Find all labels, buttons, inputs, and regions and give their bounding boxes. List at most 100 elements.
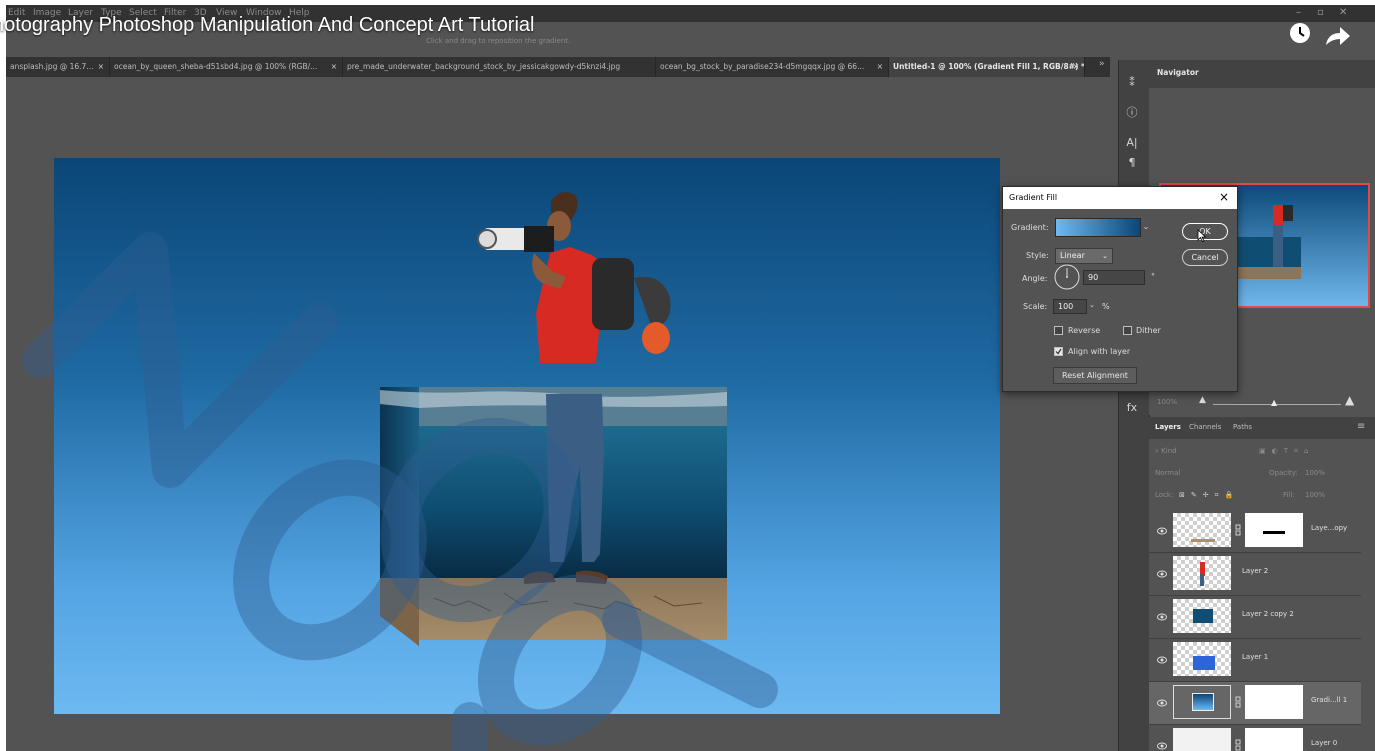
tab-close-icon[interactable]: × bbox=[98, 57, 104, 77]
dialog-titlebar[interactable]: Gradient Fill × bbox=[1003, 187, 1237, 209]
panel-menu-icon[interactable]: ≡ bbox=[1357, 421, 1365, 432]
eye-icon[interactable] bbox=[1157, 741, 1167, 751]
gradient-fill-icon bbox=[1192, 693, 1214, 711]
watch-later-icon[interactable] bbox=[1289, 22, 1311, 44]
tab-label: ocean_by_queen_sheba-d51sbd4.jpg @ 100% … bbox=[114, 62, 318, 71]
angle-input[interactable]: 90 bbox=[1083, 270, 1145, 285]
layer-kind-filter[interactable]: Kind bbox=[1161, 447, 1176, 455]
opacity-label: Opacity: bbox=[1269, 469, 1298, 477]
layer-row[interactable]: Laye...opy bbox=[1149, 510, 1361, 553]
document-tabbar: ansplash.jpg @ 16.7... × ocean_by_queen_… bbox=[6, 57, 1110, 77]
eye-icon[interactable] bbox=[1157, 526, 1167, 536]
tab-close-icon[interactable]: × bbox=[1073, 57, 1079, 77]
tab-navigator[interactable]: Navigator bbox=[1153, 68, 1203, 77]
tab-paths[interactable]: Paths bbox=[1233, 423, 1252, 431]
link-icon[interactable] bbox=[1235, 696, 1241, 708]
document-canvas[interactable] bbox=[54, 158, 1000, 714]
filter-icons[interactable]: ▣◐T⌗⌂ bbox=[1259, 447, 1314, 456]
reverse-checkbox[interactable] bbox=[1054, 326, 1063, 335]
zoom-value[interactable]: 100% bbox=[1157, 398, 1177, 406]
eye-icon[interactable] bbox=[1157, 698, 1167, 708]
fill-input[interactable]: 100% bbox=[1305, 491, 1325, 499]
histogram-icon[interactable]: ⁑ bbox=[1124, 75, 1140, 91]
layers-panel-header: Layers Channels Paths ≡ bbox=[1149, 417, 1375, 439]
scale-input[interactable]: 100 bbox=[1053, 299, 1087, 314]
gradient-fill-dialog: Gradient Fill × Gradient: ⌄ Style: Linea… bbox=[1002, 186, 1238, 392]
tab-document-2[interactable]: ocean_by_queen_sheba-d51sbd4.jpg @ 100% … bbox=[110, 57, 343, 77]
angle-dial[interactable] bbox=[1054, 264, 1080, 290]
tab-label: pre_made_underwater_background_stock_by_… bbox=[347, 62, 621, 71]
layer-row[interactable]: Layer 1 bbox=[1149, 639, 1361, 682]
lock-row: Lock: ⊠✎✢⌗🔒 Fill: 100% bbox=[1155, 491, 1325, 507]
angle-label: Angle: bbox=[1022, 274, 1048, 283]
layer-name: Layer 2 bbox=[1242, 567, 1269, 575]
layer-thumbnail bbox=[1173, 728, 1231, 751]
minimize-icon[interactable]: – bbox=[1296, 7, 1301, 18]
lock-label: Lock: bbox=[1155, 491, 1174, 499]
scale-label: Scale: bbox=[1023, 302, 1048, 311]
tab-document-1[interactable]: ansplash.jpg @ 16.7... × bbox=[6, 57, 110, 77]
tab-document-4[interactable]: ocean_bg_stock_by_paradise234-d5mgqqx.jp… bbox=[656, 57, 889, 77]
layer-mask-thumbnail[interactable] bbox=[1245, 513, 1303, 547]
zoom-slider-handle[interactable]: ▲ bbox=[1271, 398, 1277, 407]
link-icon[interactable] bbox=[1235, 524, 1241, 536]
layer-mask-thumbnail[interactable] bbox=[1245, 685, 1303, 719]
gradient-label: Gradient: bbox=[1011, 223, 1049, 232]
chevron-down-icon[interactable]: ⌄ bbox=[1141, 218, 1151, 235]
maximize-icon[interactable]: ▫ bbox=[1317, 7, 1324, 18]
layer-row[interactable]: Layer 2 copy 2 bbox=[1149, 596, 1361, 639]
reset-alignment-button[interactable]: Reset Alignment bbox=[1053, 367, 1137, 384]
close-icon[interactable]: × bbox=[1219, 190, 1229, 204]
angle-unit: ° bbox=[1151, 272, 1155, 281]
layer-name: Gradi...ll 1 bbox=[1311, 696, 1348, 704]
scale-dropdown-icon[interactable]: ⌄ bbox=[1089, 301, 1095, 309]
styles-icon[interactable]: fx bbox=[1124, 400, 1140, 416]
layer-name: Layer 0 bbox=[1311, 739, 1338, 747]
eye-icon[interactable] bbox=[1157, 569, 1167, 579]
layer-thumbnail bbox=[1173, 556, 1231, 590]
link-icon[interactable] bbox=[1235, 739, 1241, 751]
dither-label: Dither bbox=[1136, 326, 1161, 335]
align-with-layer-label: Align with layer bbox=[1068, 347, 1131, 356]
tab-layers[interactable]: Layers bbox=[1155, 423, 1181, 431]
chevron-down-icon: ⌄ bbox=[1102, 252, 1108, 260]
tab-channels[interactable]: Channels bbox=[1189, 423, 1221, 431]
share-icon[interactable] bbox=[1322, 23, 1352, 51]
video-title: hotography Photoshop Manipulation And Co… bbox=[0, 14, 535, 36]
eye-icon[interactable] bbox=[1157, 655, 1167, 665]
dither-checkbox[interactable] bbox=[1123, 326, 1132, 335]
info-icon[interactable]: ⓘ bbox=[1124, 105, 1140, 121]
blend-mode-select[interactable]: Normal bbox=[1155, 469, 1180, 477]
window-close-icon[interactable]: ✕ bbox=[1339, 7, 1347, 18]
lock-icons[interactable]: ⊠✎✢⌗🔒 bbox=[1179, 491, 1239, 500]
character-icon[interactable]: A| bbox=[1124, 135, 1140, 151]
zoom-in-icon[interactable]: ▲ bbox=[1345, 393, 1354, 407]
align-with-layer-checkbox[interactable] bbox=[1054, 347, 1063, 356]
layer-row[interactable]: Layer 0 bbox=[1149, 725, 1361, 751]
layer-name: Laye...opy bbox=[1311, 524, 1348, 532]
cancel-button[interactable]: Cancel bbox=[1182, 249, 1228, 266]
layer-row-selected[interactable]: Gradi...ll 1 bbox=[1149, 682, 1361, 725]
layer-filter-row: ⌕ Kind ▣◐T⌗⌂ bbox=[1155, 447, 1308, 463]
blend-row: Normal Opacity: 100% bbox=[1155, 469, 1325, 485]
options-hint: Click and drag to reposition the gradien… bbox=[426, 37, 571, 45]
layer-thumbnail bbox=[1173, 513, 1231, 547]
layer-mask-thumbnail[interactable] bbox=[1245, 728, 1303, 751]
tab-close-icon[interactable]: × bbox=[877, 57, 883, 77]
tab-label: ansplash.jpg @ 16.7... bbox=[10, 62, 94, 71]
gradient-swatch[interactable] bbox=[1055, 218, 1141, 237]
paragraph-icon[interactable]: ¶ bbox=[1124, 155, 1140, 171]
style-select[interactable]: Linear ⌄ bbox=[1055, 248, 1113, 264]
eye-icon[interactable] bbox=[1157, 612, 1167, 622]
tabs-overflow-icon[interactable]: » bbox=[1099, 59, 1105, 69]
tab-document-3[interactable]: pre_made_underwater_background_stock_by_… bbox=[343, 57, 656, 77]
layers-panel: Layers Channels Paths ≡ ⌕ Kind ▣◐T⌗⌂ Nor… bbox=[1149, 417, 1375, 751]
photoshop-window: Edit Image Layer Type Select Filter 3D V… bbox=[6, 5, 1375, 751]
zoom-out-icon[interactable]: ▲ bbox=[1199, 395, 1206, 405]
layer-row[interactable]: Layer 2 bbox=[1149, 553, 1361, 596]
opacity-input[interactable]: 100% bbox=[1305, 469, 1325, 477]
tab-document-active[interactable]: Untitled-1 @ 100% (Gradient Fill 1, RGB/… bbox=[889, 57, 1085, 77]
layer-name: Layer 2 copy 2 bbox=[1242, 610, 1294, 618]
tab-close-icon[interactable]: × bbox=[331, 57, 337, 77]
layer-thumbnail bbox=[1173, 599, 1231, 633]
